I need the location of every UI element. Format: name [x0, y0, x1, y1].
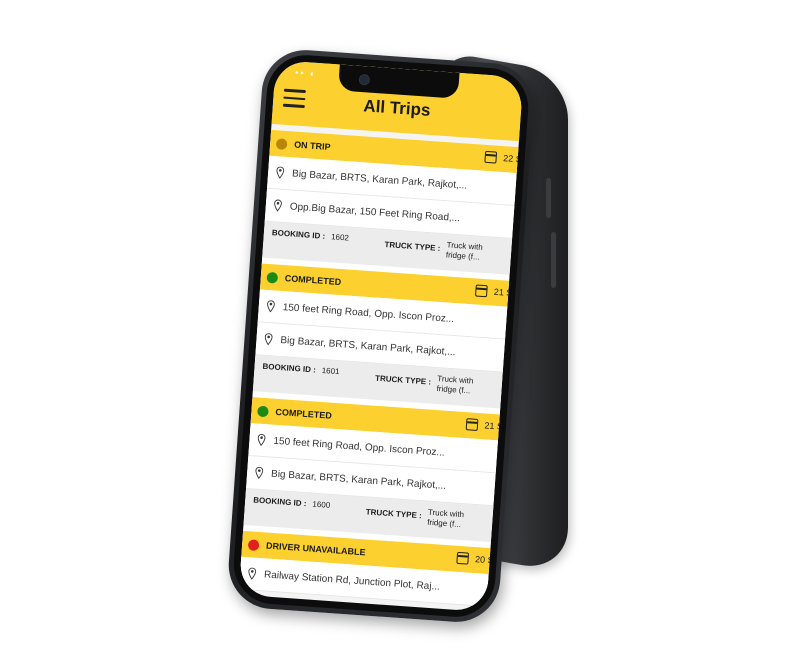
truck-type-label: TRUCK TYPE :: [365, 507, 423, 521]
calendar-icon: [475, 284, 489, 298]
trip-status-label: DRIVER UNAVAILABLE: [265, 540, 366, 558]
booking-id-value: 1601: [321, 365, 340, 377]
wifi-signal-icon: •• ◐: [294, 67, 318, 79]
truck-type-value: Truck with fridge (f...: [426, 507, 465, 530]
phone-side-button: [551, 232, 556, 288]
phone-screen: •• ◐ All Trips ON TRIP 22 Sep: [238, 60, 524, 612]
booking-id-value: 1602: [330, 232, 350, 243]
calendar-icon: [484, 150, 498, 164]
truck-type-value: Truck with fridge (f...: [436, 374, 474, 396]
trip-status-label: ON TRIP: [293, 139, 331, 153]
truck-type-label: TRUCK TYPE :: [384, 240, 441, 253]
location-pin-icon: [257, 433, 266, 447]
drop-address: Big Bazar, BRTS, Karan Park, Rajkot,...: [280, 334, 456, 358]
trip-status-label: COMPLETED: [275, 406, 333, 421]
location-pin-icon: [255, 466, 264, 480]
status-dot-icon: [266, 271, 279, 284]
pickup-address: 150 feet Ring Road, Opp. Iscon Proz...: [282, 301, 455, 325]
calendar-icon: [466, 418, 479, 432]
trip-card[interactable]: COMPLETED 21 Sep 150 feet Ring Road, Opp…: [252, 263, 523, 409]
trip-card[interactable]: ON TRIP 22 Sep Big Bazar, BRTS, Karan Pa…: [262, 129, 523, 275]
booking-id-label: BOOKING ID :: [271, 228, 326, 241]
booking-id-label: BOOKING ID :: [252, 495, 307, 509]
truck-type-value: Truck with fridge (f...: [445, 240, 484, 262]
pickup-address: 150 feet Ring Road, Opp. Iscon Proz...: [273, 435, 446, 459]
status-dot-icon: [275, 137, 288, 150]
status-dot-icon: [257, 405, 269, 417]
location-pin-icon: [264, 333, 273, 346]
location-pin-icon: [267, 300, 275, 313]
camera-icon: [358, 73, 371, 86]
status-dot-icon: [247, 538, 260, 551]
location-pin-icon: [276, 166, 285, 179]
pickup-address: Railway Station Rd, Junction Plot, Raj..…: [263, 568, 441, 593]
truck-type-label: TRUCK TYPE :: [374, 373, 432, 387]
page-title: All Trips: [362, 96, 432, 120]
phone-device: •• ◐ All Trips ON TRIP 22 Sep: [225, 47, 537, 625]
booking-id-label: BOOKING ID :: [262, 361, 317, 375]
trip-status-label: COMPLETED: [284, 273, 342, 288]
phone-side-button: [546, 178, 551, 218]
location-pin-icon: [248, 567, 257, 580]
drop-address: Big Bazar, BRTS, Karan Park, Rajkot,...: [270, 468, 447, 492]
calendar-icon: [456, 551, 470, 565]
trip-card[interactable]: DRIVER UNAVAILABLE 20 Sep Railway Statio…: [238, 530, 504, 608]
pickup-address: Big Bazar, BRTS, Karan Park, Rajkot,...: [291, 167, 468, 192]
location-pin-icon: [274, 199, 282, 212]
trip-card[interactable]: COMPLETED 21 Sep 150 feet Ring Road, Opp…: [243, 397, 513, 543]
trip-list: ON TRIP 22 Sep Big Bazar, BRTS, Karan Pa…: [238, 129, 523, 608]
drop-address: Opp.Big Bazar, 150 Feet Ring Road,...: [289, 200, 461, 224]
booking-id-value: 1600: [312, 499, 331, 510]
